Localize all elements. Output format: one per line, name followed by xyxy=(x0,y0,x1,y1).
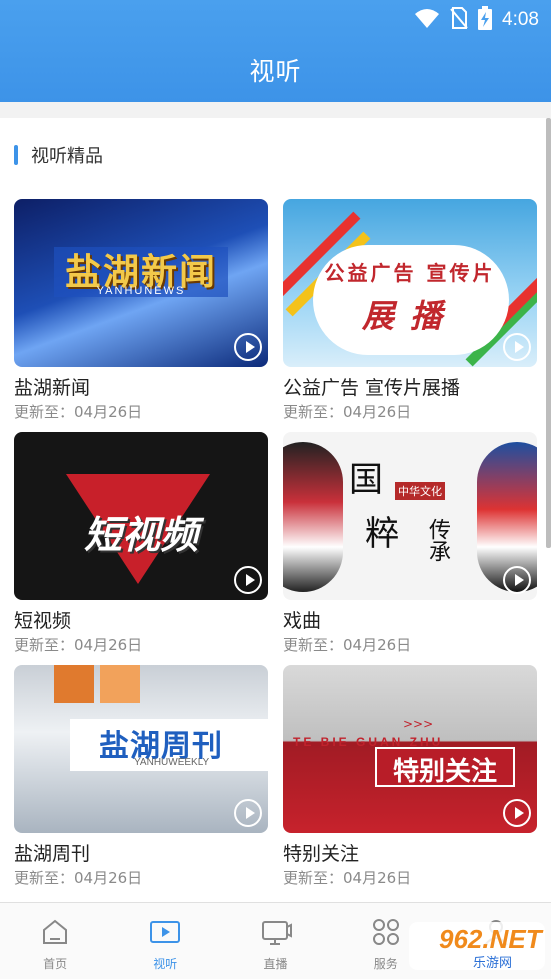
thumbnail-calligraphy-3: 传承 xyxy=(425,518,450,562)
program-card-yanhu-news[interactable]: 盐湖新闻 YANHUNEWS 盐湖新闻 更新至：04月26日 xyxy=(14,199,268,422)
tab-label: 服务 xyxy=(373,957,398,971)
thumbnail-calligraphy-1: 国 xyxy=(349,460,383,500)
app-header: 4:08 视听 xyxy=(0,0,551,102)
program-thumbnail[interactable]: 盐湖周刊 YANHUWEEKLY xyxy=(14,665,268,833)
card-title[interactable]: 公益广告 宣传片展播 xyxy=(283,373,537,399)
services-grid-icon xyxy=(371,917,401,951)
watermark-text: 962.NET xyxy=(439,924,542,954)
thumbnail-title-line1: 公益广告 宣传片 xyxy=(324,261,496,285)
play-icon[interactable] xyxy=(234,799,262,827)
play-video-icon xyxy=(149,917,181,951)
no-sim-icon xyxy=(450,7,468,33)
content-panel[interactable]: 视听精品 盐湖新闻 YANHUNEWS 盐湖新闻 更新至：04月26日 公益广告… xyxy=(0,118,551,902)
decorative-block xyxy=(54,665,94,703)
card-update-date: 更新至：04月26日 xyxy=(283,869,412,887)
status-bar: 4:08 xyxy=(414,6,539,34)
watermark-subtext: 乐游网 xyxy=(473,956,513,971)
program-card-public-ads[interactable]: 公益广告 宣传片 展播 公益广告 宣传片展播 更新至：04月26日 xyxy=(283,199,537,422)
site-watermark: 962.NET 乐游网 xyxy=(409,922,545,971)
card-title[interactable]: 短视频 xyxy=(14,606,268,632)
program-thumbnail[interactable]: 短视频 xyxy=(14,432,268,600)
tab-home[interactable]: 首页 xyxy=(0,903,110,979)
thumbnail-subtitle-text: YANHUNEWS xyxy=(96,285,186,297)
play-icon[interactable] xyxy=(503,333,531,361)
card-update-date: 更新至：04月26日 xyxy=(283,636,412,654)
decorative-block xyxy=(100,665,140,703)
live-tv-icon xyxy=(260,917,292,951)
battery-charging-icon xyxy=(478,6,493,34)
tab-label: 视听 xyxy=(153,957,178,971)
thumbnail-title-text: 特别关注 xyxy=(392,757,497,787)
program-thumbnail[interactable]: 盐湖新闻 YANHUNEWS xyxy=(14,199,268,367)
card-update-date: 更新至：04月26日 xyxy=(14,869,143,887)
play-icon[interactable] xyxy=(503,566,531,594)
card-title[interactable]: 戏曲 xyxy=(283,606,537,632)
page-title: 视听 xyxy=(249,57,302,86)
play-icon[interactable] xyxy=(234,333,262,361)
tab-live[interactable]: 直播 xyxy=(220,903,330,979)
thumbnail-subtitle-text: YANHUWEEKLY xyxy=(134,757,210,768)
program-thumbnail[interactable]: 公益广告 宣传片 展播 xyxy=(283,199,537,367)
program-thumbnail[interactable]: 国 中华文化 粹 传承 xyxy=(283,432,537,600)
program-card-short-video[interactable]: 短视频 短视频 更新至：04月26日 xyxy=(14,432,268,655)
program-thumbnail[interactable]: >>> TE BIE GUAN ZHU 特别关注 xyxy=(283,665,537,833)
card-title[interactable]: 盐湖新闻 xyxy=(14,373,268,399)
program-card-opera[interactable]: 国 中华文化 粹 传承 戏曲 更新至：04月26日 xyxy=(283,432,537,655)
thumbnail-calligraphy-2: 粹 xyxy=(365,514,399,554)
status-time: 4:08 xyxy=(502,9,539,30)
thumbnail-seal: 中华文化 xyxy=(395,482,445,500)
card-title[interactable]: 特别关注 xyxy=(283,839,537,865)
play-icon[interactable] xyxy=(234,566,262,594)
play-icon[interactable] xyxy=(503,799,531,827)
card-update-date: 更新至：04月26日 xyxy=(14,403,143,421)
wifi-icon xyxy=(414,7,440,33)
program-card-yanhu-weekly[interactable]: 盐湖周刊 YANHUWEEKLY 盐湖周刊 更新至：04月26日 xyxy=(14,665,268,888)
tab-audiovisual[interactable]: 视听 xyxy=(110,903,220,979)
card-update-date: 更新至：04月26日 xyxy=(14,636,143,654)
opera-mask-left xyxy=(283,442,343,592)
home-icon xyxy=(40,917,70,951)
scrollbar[interactable] xyxy=(546,118,551,548)
section-header: 视听精品 xyxy=(14,142,103,168)
thumbnail-title-text: 短视频 xyxy=(83,513,198,557)
section-title: 视听精品 xyxy=(31,146,103,167)
tab-label: 首页 xyxy=(43,957,68,971)
thumbnail-title-line2: 展播 xyxy=(361,297,458,335)
card-title[interactable]: 盐湖周刊 xyxy=(14,839,268,865)
card-update-date: 更新至：04月26日 xyxy=(283,403,412,421)
program-card-special-focus[interactable]: >>> TE BIE GUAN ZHU 特别关注 特别关注 更新至：04月26日 xyxy=(283,665,537,888)
tab-label: 直播 xyxy=(263,957,288,971)
section-accent-bar xyxy=(14,145,18,165)
thumbnail-arrows: >>> xyxy=(403,717,434,731)
